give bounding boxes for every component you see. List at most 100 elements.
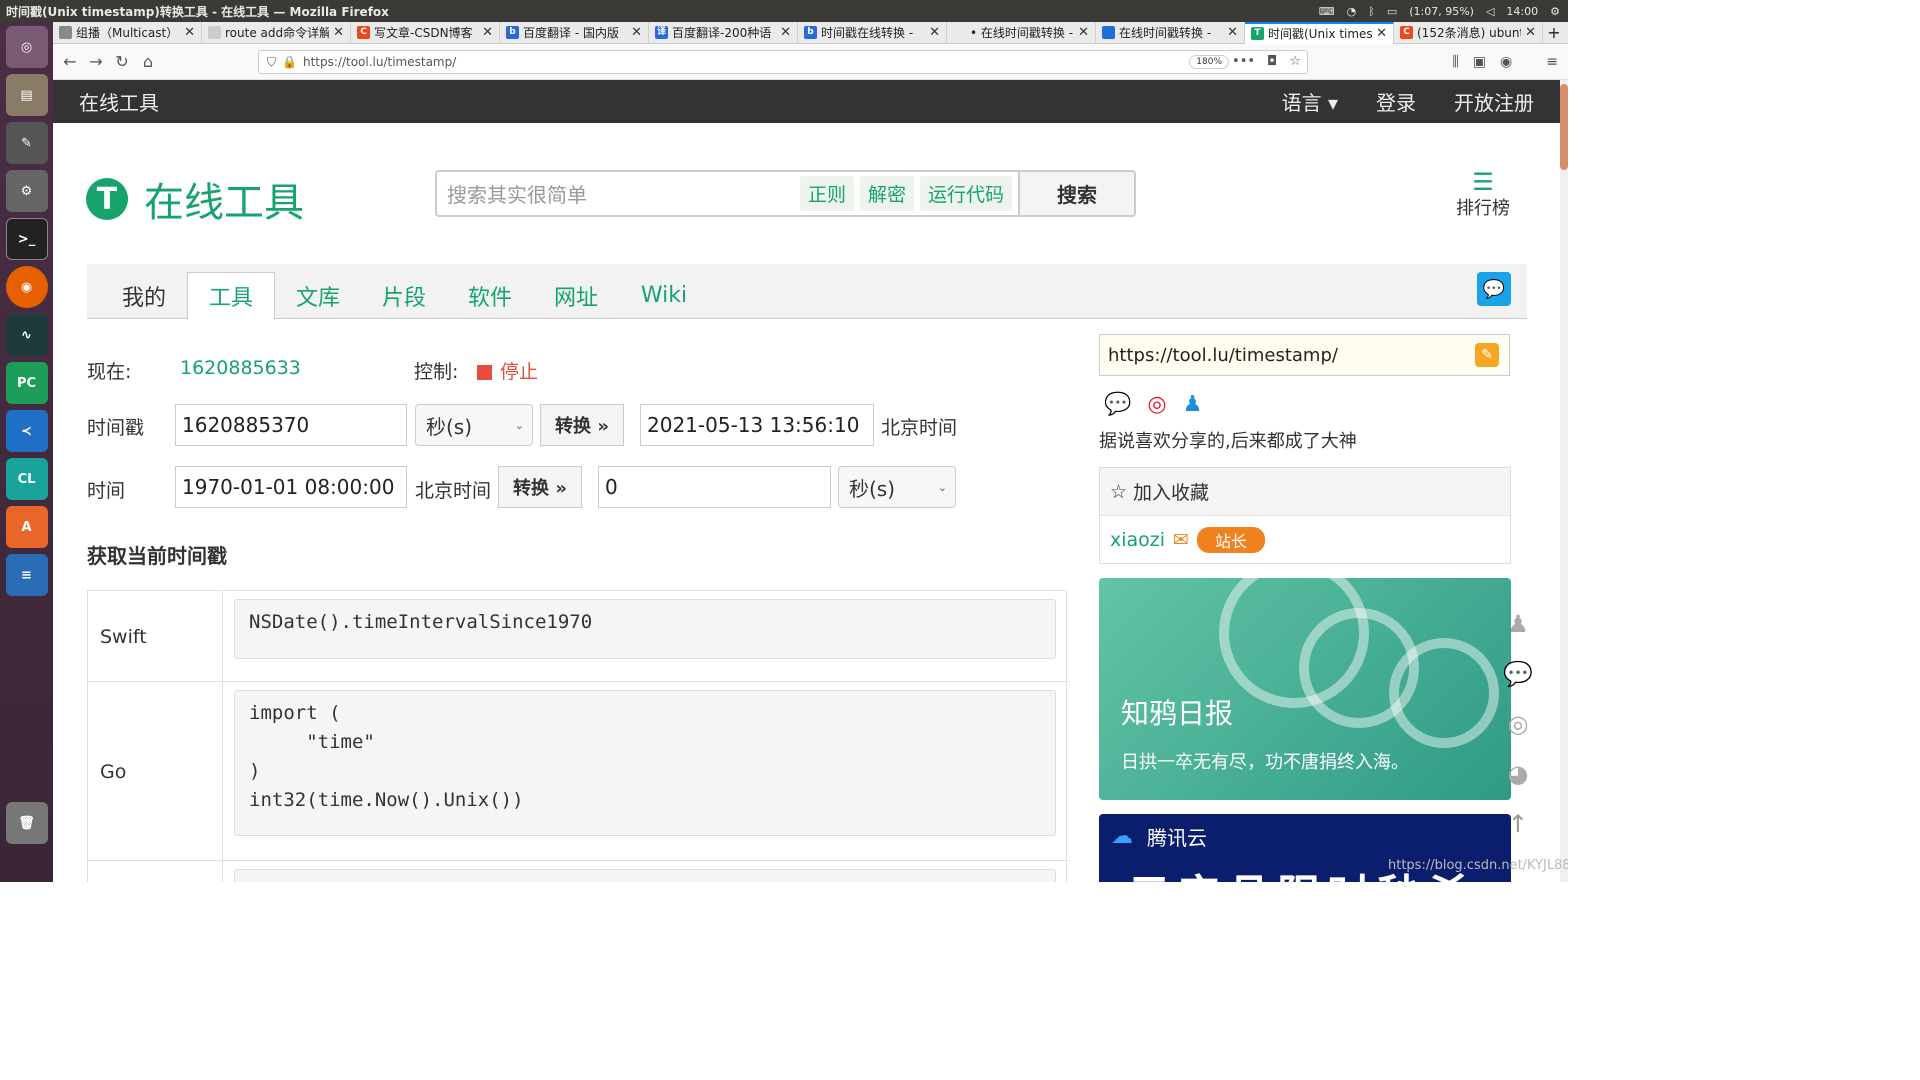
settings-gear-icon[interactable]: ⚙ — [1550, 5, 1560, 18]
pocket-icon[interactable]: ◘ — [1267, 54, 1277, 69]
wechat-icon[interactable]: 💬 — [1104, 392, 1131, 417]
battery-status[interactable]: (1:07, 95%) — [1409, 5, 1474, 18]
back-icon[interactable]: ← — [57, 52, 83, 71]
tab-wiki[interactable]: Wiki — [619, 272, 709, 319]
url-bar[interactable]: ⛉ 🔒 https://tool.lu/timestamp/ 180% ••• … — [258, 50, 1308, 74]
close-tab-icon[interactable]: ✕ — [1227, 25, 1238, 40]
weibo-icon[interactable]: ◎ — [1147, 392, 1166, 417]
tab-library[interactable]: 文库 — [275, 272, 361, 319]
software-center-icon[interactable]: A — [5, 506, 48, 548]
close-tab-icon[interactable]: ✕ — [1525, 25, 1536, 40]
time-convert-button[interactable]: 转换 » — [498, 466, 582, 508]
register-link[interactable]: 开放注册 — [1454, 87, 1534, 116]
sidebar-icon[interactable]: ▣ — [1473, 54, 1486, 70]
time-input[interactable]: 1970-01-01 08:00:00 — [175, 466, 407, 508]
share-url-field[interactable]: https://tool.lu/timestamp/ ✎ — [1099, 334, 1510, 376]
close-tab-icon[interactable]: ✕ — [333, 25, 344, 40]
code-block[interactable] — [234, 869, 1056, 882]
code-block[interactable]: NSDate().timeIntervalSince1970 — [234, 599, 1056, 659]
new-tab-icon[interactable]: + — [1543, 23, 1565, 42]
search-tag-regex[interactable]: 正则 — [799, 176, 854, 211]
stop-control[interactable]: 停止 — [477, 357, 538, 384]
site-brand[interactable]: 在线工具 — [53, 87, 159, 116]
tab-snippets[interactable]: 片段 — [361, 272, 447, 319]
bookmark-star-icon[interactable]: ☆ — [1289, 54, 1301, 69]
wechat-icon[interactable]: 💬 — [1503, 660, 1533, 688]
close-tab-icon[interactable]: ✕ — [631, 25, 642, 40]
clion-icon[interactable]: CL — [5, 458, 48, 500]
search-tag-run-code[interactable]: 运行代码 — [919, 176, 1012, 211]
qq-icon[interactable]: ♟ — [1183, 392, 1203, 417]
library-icon[interactable]: ⫼ — [1452, 54, 1458, 70]
terminal-icon[interactable]: >_ — [5, 218, 48, 260]
browser-tab[interactable]: C 写文章-CSDN博客 ✕ — [351, 21, 500, 44]
close-tab-icon[interactable]: ✕ — [184, 25, 195, 40]
tab-software[interactable]: 软件 — [447, 272, 533, 319]
lock-icon[interactable]: 🔒 — [282, 55, 297, 69]
browser-tab[interactable]: T 时间戳(Unix times ✕ — [1245, 21, 1394, 44]
qq-icon[interactable]: ♟ — [1507, 610, 1529, 638]
firefox-icon[interactable]: ◉ — [5, 266, 48, 308]
login-link[interactable]: 登录 — [1376, 87, 1416, 116]
page-scrollbar-thumb[interactable] — [1560, 84, 1568, 170]
language-menu[interactable]: 语言 ▾ — [1282, 87, 1338, 116]
battery-icon[interactable]: ▭ — [1387, 5, 1397, 18]
page-scrollbar[interactable] — [1560, 80, 1568, 882]
github-icon[interactable]: ◕ — [1507, 760, 1528, 788]
timestamp-result-field[interactable]: 2021-05-13 13:56:10 — [640, 404, 874, 446]
zoom-level[interactable]: 180% — [1189, 55, 1229, 69]
ranking-link[interactable]: ☰ 排行榜 — [1450, 170, 1516, 220]
search-input[interactable]: 搜索其实很简单 正则 解密 运行代码 — [435, 170, 1020, 217]
browser-tab[interactable]: 组播（Multicast） ✕ — [53, 21, 202, 44]
weibo-icon[interactable]: ◎ — [1507, 710, 1528, 738]
browser-tab[interactable]: b 百度翻译 - 国内版 ✕ — [500, 21, 649, 44]
close-tab-icon[interactable]: ✕ — [1078, 25, 1089, 40]
close-tab-icon[interactable]: ✕ — [780, 25, 791, 40]
vscode-icon[interactable]: ≺ — [5, 410, 48, 452]
close-tab-icon[interactable]: ✕ — [1376, 26, 1387, 41]
page-actions-icon[interactable]: ••• — [1232, 54, 1255, 69]
reload-icon[interactable]: ↻ — [109, 52, 135, 71]
files-icon[interactable]: ▤ — [5, 74, 48, 116]
copy-tag-icon[interactable]: ✎ — [1475, 343, 1499, 367]
account-icon[interactable]: ◉ — [1500, 54, 1512, 70]
search-tag-decrypt[interactable]: 解密 — [859, 176, 914, 211]
wifi-icon[interactable]: ◔ — [1347, 5, 1357, 18]
tab-tools[interactable]: 工具 — [187, 272, 275, 320]
tab-mine[interactable]: 我的 — [95, 272, 193, 319]
forward-icon[interactable]: → — [83, 52, 109, 71]
browser-tab[interactable]: b 时间戳在线转换 - ✕ — [798, 21, 947, 44]
clock[interactable]: 14:00 — [1506, 5, 1538, 18]
mail-icon[interactable]: ✉ — [1173, 529, 1189, 551]
shield-icon[interactable]: ⛉ — [267, 55, 276, 70]
browser-tab[interactable]: 在线时间戳转换 - ✕ — [1096, 21, 1245, 44]
writer-icon[interactable]: ≡ — [5, 554, 48, 596]
timestamp-input[interactable]: 1620885370 — [175, 404, 407, 446]
timestamp-convert-button[interactable]: 转换 » — [540, 404, 624, 446]
trash-icon[interactable]: 🗑 — [5, 802, 48, 844]
ad-banner-zhiya[interactable]: 知鸦日报 日拱一卒无有尽，功不唐捐终入海。 — [1099, 578, 1511, 800]
settings-icon[interactable]: ⚙ — [5, 170, 48, 212]
timestamp-unit-select[interactable]: 秒(s) ⌄ — [415, 404, 533, 446]
time-unit-select[interactable]: 秒(s) ⌄ — [838, 466, 956, 508]
menu-icon[interactable]: ≡ — [1546, 54, 1558, 70]
chat-icon[interactable]: 💬 — [1477, 272, 1511, 306]
back-to-top-icon[interactable]: ↑ — [1508, 810, 1528, 838]
code-block[interactable]: import ( "time" ) int32(time.Now().Unix(… — [234, 690, 1056, 836]
tab-urls[interactable]: 网址 — [533, 272, 619, 319]
home-icon[interactable]: ⌂ — [135, 52, 161, 71]
author-link[interactable]: xiaozi — [1110, 529, 1165, 551]
ubuntu-dash-icon[interactable]: ◎ — [5, 26, 48, 68]
url-text[interactable]: https://tool.lu/timestamp/ — [303, 55, 456, 69]
system-monitor-icon[interactable]: ∿ — [5, 314, 48, 356]
close-tab-icon[interactable]: ✕ — [929, 25, 940, 40]
browser-tab[interactable]: • 在线时间戳转换 - ✕ — [947, 21, 1096, 44]
volume-icon[interactable]: ◁ — [1486, 5, 1494, 18]
close-tab-icon[interactable]: ✕ — [482, 25, 493, 40]
add-favorite-button[interactable]: ☆ 加入收藏 — [1100, 468, 1510, 516]
browser-tab[interactable]: route add命令详解 ✕ — [202, 21, 351, 44]
system-tools-icon[interactable]: ✎ — [5, 122, 48, 164]
pycharm-icon[interactable]: PC — [5, 362, 48, 404]
search-button[interactable]: 搜索 — [1018, 170, 1136, 217]
browser-tab[interactable]: 译百度翻译-200种语 ✕ — [649, 21, 798, 44]
